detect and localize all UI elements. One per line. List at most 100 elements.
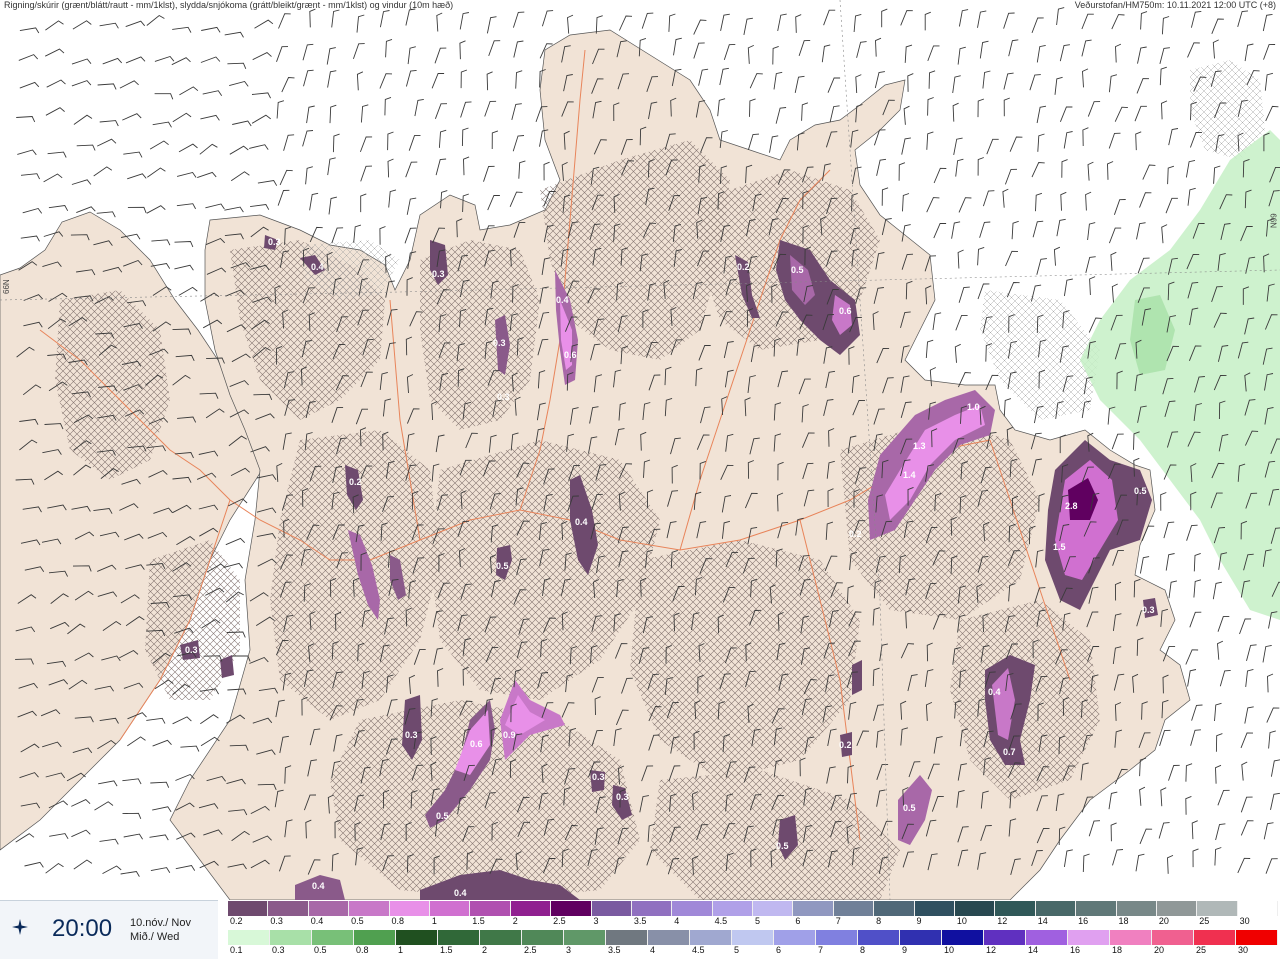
- legend-label: 9: [916, 916, 922, 926]
- legend-swatch: [228, 901, 269, 916]
- latitude-label-right: 66N: [1269, 213, 1278, 228]
- forecast-time: 20:00: [52, 915, 113, 942]
- precip-label: 0.3: [268, 237, 281, 247]
- legend-label: 0.1: [230, 945, 243, 955]
- legend-swatch: [914, 901, 956, 916]
- legend-label: 1: [431, 916, 437, 926]
- time-panel: 20:00 10.nóv./ Nov Mið./ Wed: [0, 900, 218, 959]
- precip-label: 0.5: [1134, 486, 1147, 496]
- legend-swatch: [396, 930, 438, 945]
- precip-label: 0.3: [432, 269, 445, 279]
- forecast-weekday: Mið./ Wed: [130, 931, 180, 943]
- legend-swatch: [753, 901, 794, 916]
- precip-label: 0.3: [1142, 605, 1155, 615]
- legend-label: 2.5: [553, 916, 566, 926]
- latitude-label-left: 66N: [2, 279, 11, 294]
- precip-label: 0.4: [988, 687, 1001, 697]
- legend-swatch: [389, 901, 430, 916]
- color-legend: 0.2 0.3 0.4 0.5 0.8 1 1.5 2 2.5 3 3.5 4 4.5 5 6 7 8 9 10 12…: [228, 900, 1280, 958]
- legend-label: 0.3: [272, 945, 285, 955]
- legend-swatch: [774, 930, 816, 945]
- legend-swatch: [955, 901, 996, 916]
- legend-swatch: [606, 930, 648, 945]
- legend-swatch: [522, 930, 564, 945]
- precip-label: 0.4: [454, 888, 467, 898]
- legend-swatch: [690, 930, 732, 945]
- legend-swatch: [429, 901, 471, 916]
- precip-label: 1.3: [913, 441, 926, 451]
- legend-label: 9: [902, 945, 908, 955]
- legend-swatch: [1035, 901, 1077, 916]
- legend-swatch: [1156, 901, 1198, 916]
- legend-swatch: [591, 901, 632, 916]
- precip-label: 0.3: [497, 392, 510, 402]
- precip-label: 0.2: [839, 740, 852, 750]
- legend-swatch: [1110, 930, 1152, 945]
- legend-label: 18: [1112, 945, 1123, 955]
- precip-label: 0.6: [839, 306, 852, 316]
- legend-swatch: [1026, 930, 1068, 945]
- weather-map: 0.3 0.4 0.3 0.4 0.6 0.3 0.3 0.5 0.6 0.2 …: [0, 0, 1280, 900]
- legend-swatch: [1152, 930, 1194, 945]
- legend-label: 10: [956, 916, 967, 926]
- legend-label: 8: [860, 945, 866, 955]
- precip-label: 0.5: [903, 803, 916, 813]
- legend-swatch: [270, 930, 312, 945]
- legend-label: 7: [818, 945, 824, 955]
- precip-label: 1.5: [1053, 542, 1066, 552]
- legend-label: 6: [776, 945, 782, 955]
- legend-label: 0.2: [230, 916, 243, 926]
- legend-label: 14: [1028, 945, 1039, 955]
- legend-label: 0.5: [314, 945, 327, 955]
- precip-label: 0.4: [556, 295, 569, 305]
- legend-swatch: [551, 901, 592, 916]
- forecast-date: 10.nóv./ Nov: [130, 917, 191, 929]
- legend-swatch: [712, 901, 754, 916]
- legend-label: 0.3: [270, 916, 283, 926]
- precip-label: 0.5: [436, 811, 449, 821]
- legend-swatch: [308, 901, 350, 916]
- precip-label: 0.6: [564, 350, 577, 360]
- legend-swatch: [1194, 930, 1236, 945]
- legend-swatch: [1237, 901, 1279, 916]
- legend-label: 25: [1199, 916, 1210, 926]
- precip-label: 0.5: [496, 561, 509, 571]
- legend-label: 0.5: [351, 916, 364, 926]
- legend-swatch: [438, 930, 480, 945]
- model-run-info: Veðurstofan/HM750m: 10.11.2021 12:00 UTC…: [1074, 0, 1276, 10]
- legend-label: 16: [1078, 916, 1089, 926]
- legend-label: 5: [734, 945, 740, 955]
- precip-label: 0.2: [349, 477, 362, 487]
- precip-label: 0.3: [592, 772, 605, 782]
- legend-swatch: [268, 901, 309, 916]
- precip-label: 0.7: [1003, 747, 1016, 757]
- precip-label: 0.3: [405, 730, 418, 740]
- precip-label: 1.0: [967, 402, 980, 412]
- legend-swatch: [984, 930, 1026, 945]
- legend-swatch: [1116, 901, 1157, 916]
- legend-swatch: [816, 930, 858, 945]
- legend-label: 1: [398, 945, 404, 955]
- legend-label: 1.5: [472, 916, 485, 926]
- legend-swatch: [1197, 901, 1238, 916]
- precip-label: 0.2: [737, 262, 750, 272]
- legend-swatch: [1236, 930, 1278, 945]
- legend-rain-row: [228, 930, 1278, 945]
- legend-swatch: [312, 930, 354, 945]
- precip-label: 0.4: [311, 262, 324, 272]
- map-title: Rigning/skúrir (grænt/blátt/rautt - mm/1…: [4, 0, 454, 10]
- legend-swatch: [900, 930, 942, 945]
- legend-label: 30: [1239, 916, 1250, 926]
- legend-swatch: [510, 901, 552, 916]
- legend-swatch: [1068, 930, 1110, 945]
- legend-swatch: [349, 901, 390, 916]
- precip-label: 0.9: [503, 730, 516, 740]
- legend-swatch: [874, 901, 915, 916]
- legend-swatch: [470, 901, 511, 916]
- legend-label: 4: [674, 916, 680, 926]
- legend-label: 4.5: [714, 916, 728, 926]
- legend-label: 12: [997, 916, 1008, 926]
- legend-label: 25: [1196, 945, 1207, 955]
- precip-label: 0.6: [470, 739, 483, 749]
- legend-snow-row: [228, 901, 1279, 916]
